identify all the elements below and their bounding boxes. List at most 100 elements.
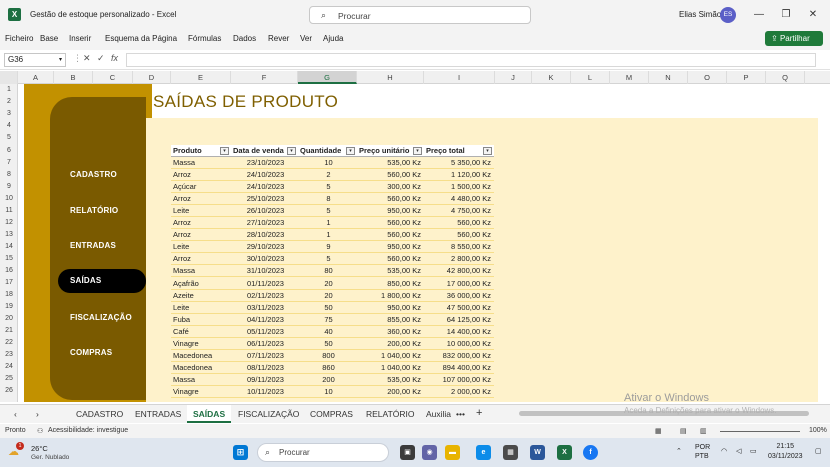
row-header[interactable]: 24 — [0, 361, 18, 373]
cell-preco-total[interactable]: 47 500,00 Kz — [424, 302, 494, 314]
cell-data-venda[interactable]: 04/11/2023 — [231, 314, 298, 326]
excel-app-icon[interactable]: X — [8, 8, 21, 21]
row-header[interactable]: 15 — [0, 253, 18, 265]
row-header[interactable]: 19 — [0, 301, 18, 313]
row-header[interactable]: 17 — [0, 277, 18, 289]
table-row[interactable]: Fuba 04/11/2023 75 855,00 Kz 64 125,00 Kz — [171, 314, 494, 326]
select-all-corner[interactable] — [0, 71, 18, 84]
column-header[interactable]: Q — [766, 71, 805, 84]
normal-view-icon[interactable]: ▦ — [655, 427, 662, 435]
cell-preco-total[interactable]: 4 750,00 Kz — [424, 205, 494, 218]
filter-dropdown-icon[interactable]: ▾ — [220, 147, 229, 155]
row-header[interactable]: 11 — [0, 205, 18, 217]
cell-preco-total[interactable]: 560,00 Kz — [424, 229, 494, 242]
more-sheets-icon[interactable]: ••• — [456, 409, 465, 419]
cell-data-venda[interactable]: 06/11/2023 — [231, 338, 298, 350]
table-row[interactable]: Leite 03/11/2023 50 950,00 Kz 47 500,00 Kz — [171, 302, 494, 314]
table-row[interactable]: Arroz 24/10/2023 2 560,00 Kz 1 120,00 Kz — [171, 169, 494, 182]
nav-compras[interactable]: COMPRAS — [70, 348, 112, 357]
page-layout-icon[interactable]: ▤ — [680, 427, 687, 435]
table-row[interactable]: Arroz 28/10/2023 1 560,00 Kz 560,00 Kz — [171, 229, 494, 242]
battery-icon[interactable]: ▭ — [750, 447, 757, 455]
nav-cadastro[interactable]: CADASTRO — [70, 170, 117, 179]
cell-quantidade[interactable]: 20 — [298, 290, 357, 302]
cell-data-venda[interactable]: 28/10/2023 — [231, 229, 298, 242]
cell-quantidade[interactable]: 2 — [298, 169, 357, 182]
row-header[interactable]: 25 — [0, 373, 18, 385]
cell-preco-unitario[interactable]: 1 040,00 Kz — [357, 362, 424, 374]
cell-produto[interactable]: Macedonea — [171, 350, 231, 362]
cell-data-venda[interactable]: 26/10/2023 — [231, 205, 298, 218]
cell-data-venda[interactable]: 08/11/2023 — [231, 362, 298, 374]
cell-produto[interactable]: Vinagre — [171, 386, 231, 398]
cell-data-venda[interactable]: 01/11/2023 — [231, 278, 298, 290]
cell-produto[interactable]: Leite — [171, 205, 231, 218]
cell-preco-unitario[interactable]: 560,00 Kz — [357, 193, 424, 206]
row-header[interactable]: 1 — [0, 84, 18, 96]
cell-preco-total[interactable]: 64 125,00 Kz — [424, 314, 494, 326]
cell-data-venda[interactable]: 27/10/2023 — [231, 217, 298, 230]
cell-preco-total[interactable]: 10 000,00 Kz — [424, 338, 494, 350]
column-header[interactable]: A — [18, 71, 54, 84]
cell-produto[interactable]: Café — [171, 326, 231, 338]
cell-preco-total[interactable]: 832 000,00 Kz — [424, 350, 494, 362]
filter-dropdown-icon[interactable]: ▾ — [287, 147, 296, 155]
cell-preco-total[interactable]: 1 120,00 Kz — [424, 169, 494, 182]
sheet-tab-cadastro[interactable]: CADASTRO — [76, 409, 123, 419]
cell-produto[interactable]: Açúcar — [171, 181, 231, 194]
cell-preco-total[interactable]: 560,00 Kz — [424, 217, 494, 230]
column-header-selected[interactable]: G — [298, 71, 357, 84]
formula-input[interactable] — [126, 53, 816, 67]
cell-preco-unitario[interactable]: 535,00 Kz — [357, 374, 424, 386]
zoom-level[interactable]: 100% — [809, 427, 827, 434]
language-indicator[interactable]: POR PTB — [695, 443, 710, 461]
cell-data-venda[interactable]: 25/10/2023 — [231, 193, 298, 206]
cell-produto[interactable]: Arroz — [171, 253, 231, 266]
row-header[interactable]: 16 — [0, 265, 18, 277]
cell-preco-total[interactable]: 1 500,00 Kz — [424, 181, 494, 194]
cell-quantidade[interactable]: 200 — [298, 374, 357, 386]
table-row[interactable]: Arroz 30/10/2023 5 560,00 Kz 2 800,00 Kz — [171, 253, 494, 266]
table-row[interactable]: Leite 26/10/2023 5 950,00 Kz 4 750,00 Kz — [171, 205, 494, 218]
nav-entradas[interactable]: ENTRADAS — [70, 241, 116, 250]
worksheet[interactable]: CADASTRO RELATÓRIO ENTRADAS SAÍDAS FISCA… — [18, 84, 818, 402]
cell-preco-unitario[interactable]: 950,00 Kz — [357, 241, 424, 254]
row-header[interactable]: 14 — [0, 241, 18, 253]
nav-fiscalizacao[interactable]: FISCALIZAÇÃO — [70, 313, 132, 322]
cell-preco-unitario[interactable]: 535,00 Kz — [357, 265, 424, 278]
ribbon-tab-base[interactable]: Base — [40, 34, 58, 43]
accessibility-status[interactable]: Acessibilidade: investigue — [48, 427, 128, 434]
table-row[interactable]: Macedonea 08/11/2023 860 1 040,00 Kz 894 400… — [171, 362, 494, 374]
column-header[interactable]: K — [532, 71, 571, 84]
column-header[interactable]: P — [727, 71, 766, 84]
cell-preco-total[interactable]: 2 000,00 Kz — [424, 386, 494, 398]
edge-icon[interactable]: e — [476, 445, 491, 460]
cell-quantidade[interactable]: 10 — [298, 157, 357, 169]
cell-quantidade[interactable]: 5 — [298, 205, 357, 218]
enter-icon[interactable]: ✓ — [97, 53, 105, 64]
avatar[interactable]: ES — [720, 7, 736, 23]
cell-data-venda[interactable]: 07/11/2023 — [231, 350, 298, 362]
cell-data-venda[interactable]: 29/10/2023 — [231, 241, 298, 254]
cell-produto[interactable]: Arroz — [171, 193, 231, 206]
minimize-button[interactable]: — — [752, 8, 766, 22]
weather-temperature[interactable]: 26°C — [31, 444, 48, 453]
store-icon[interactable]: ▦ — [503, 445, 518, 460]
row-header[interactable]: 23 — [0, 349, 18, 361]
nav-relatorio[interactable]: RELATÓRIO — [70, 206, 118, 215]
add-sheet-button[interactable]: + — [476, 407, 482, 419]
cell-quantidade[interactable]: 50 — [298, 302, 357, 314]
cell-produto[interactable]: Açafrão — [171, 278, 231, 290]
sheet-tab-fiscalizacao[interactable]: FISCALIZAÇÃO — [238, 409, 299, 419]
cell-quantidade[interactable]: 75 — [298, 314, 357, 326]
cell-quantidade[interactable]: 9 — [298, 241, 357, 254]
sheet-tab-auxiliar[interactable]: Auxilia — [426, 409, 451, 419]
wifi-icon[interactable]: ◠ — [721, 447, 727, 455]
table-row[interactable]: Leite 29/10/2023 9 950,00 Kz 8 550,00 Kz — [171, 241, 494, 254]
cell-preco-unitario[interactable]: 950,00 Kz — [357, 205, 424, 218]
cell-preco-total[interactable]: 14 400,00 Kz — [424, 326, 494, 338]
cell-produto[interactable]: Vinagre — [171, 338, 231, 350]
ribbon-tab-esquema[interactable]: Esquema da Página — [105, 34, 177, 43]
table-row[interactable]: Café 05/11/2023 40 360,00 Kz 14 400,00 Kz — [171, 326, 494, 338]
cell-preco-total[interactable]: 894 400,00 Kz — [424, 362, 494, 374]
